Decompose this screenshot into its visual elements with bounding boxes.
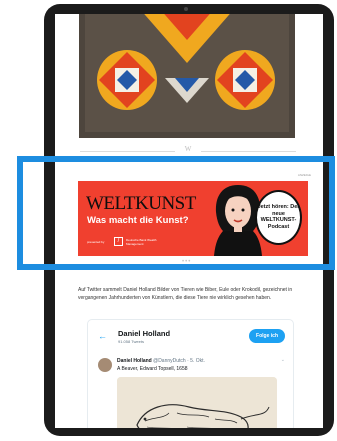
beaver-engraving-image[interactable] bbox=[117, 377, 277, 428]
tweet-text: A Beaver, Edward Topsell, 1658 bbox=[117, 366, 188, 372]
divider-mark: W bbox=[184, 145, 192, 153]
article-paragraph: Auf Twitter sammelt Daniel Holland Bilde… bbox=[78, 287, 293, 301]
camera-icon bbox=[184, 7, 188, 11]
twitter-profile-name[interactable]: Daniel Holland bbox=[118, 329, 170, 338]
tweet-author-meta: @DannyDutch · 5. Okt. bbox=[153, 358, 205, 364]
avatar[interactable] bbox=[98, 358, 112, 372]
back-arrow-icon[interactable]: ← bbox=[98, 331, 107, 341]
tweet-author-name[interactable]: Daniel Holland bbox=[117, 358, 152, 364]
divider-line-right bbox=[201, 151, 296, 152]
embedded-tweet[interactable]: ← Daniel Holland 91.058 Tweets Folge ich… bbox=[87, 319, 294, 428]
follow-button[interactable]: Folge ich bbox=[249, 329, 285, 343]
divider-line-left bbox=[80, 151, 175, 152]
tweet-count: 91.058 Tweets bbox=[118, 339, 144, 344]
artwork-image bbox=[79, 14, 295, 138]
chevron-down-icon[interactable]: ⌄ bbox=[281, 357, 285, 363]
tweet-author: Daniel Holland @DannyDutch · 5. Okt. bbox=[117, 358, 205, 364]
ad-highlight-frame bbox=[17, 156, 335, 270]
